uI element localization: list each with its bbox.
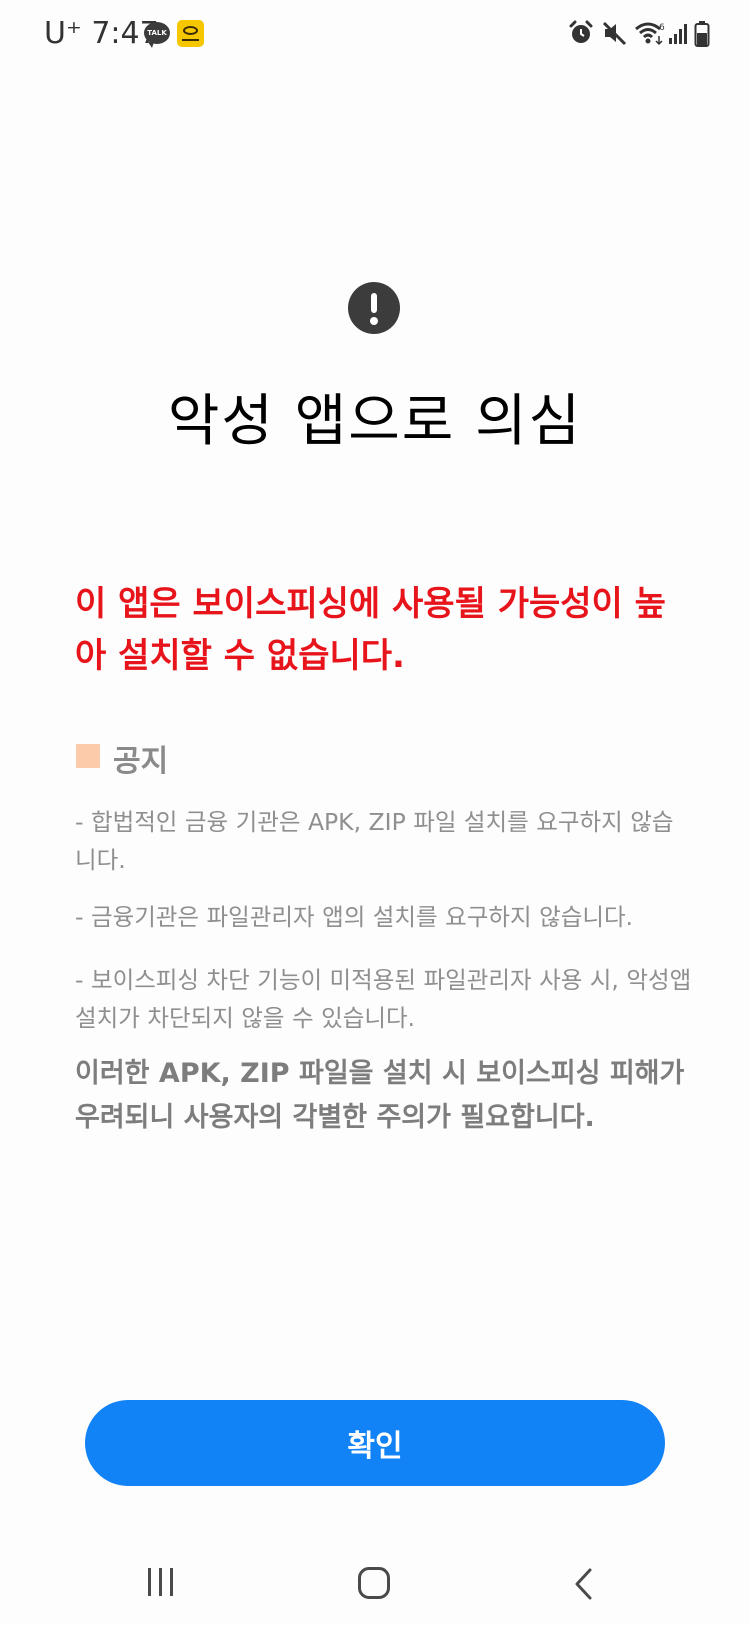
alarm-icon bbox=[569, 20, 593, 43]
notice-item: - 금융기관은 파일관리자 앱의 설치를 요구하지 않습니다. bbox=[75, 903, 634, 931]
home-icon[interactable] bbox=[358, 1567, 390, 1599]
caution-message: 이러한 APK, ZIP 파일을 설치 시 보이스피싱 피해가 우려되니 사용자… bbox=[75, 1058, 685, 1133]
notice-item: - 보이스피싱 차단 기능이 미적용된 파일관리자 사용 시, 악성앱 설치가 … bbox=[75, 966, 692, 1032]
alert-icon bbox=[348, 282, 400, 334]
battery-icon bbox=[694, 21, 710, 47]
wifi-icon: 6 bbox=[635, 22, 665, 46]
notice-label: 공지 bbox=[113, 744, 169, 779]
navigation-bar bbox=[0, 1540, 750, 1625]
kakaotalk-icon: TALK bbox=[144, 22, 170, 48]
warning-message: 이 앱은 보이스피싱에 사용될 가능성이 높아 설치할 수 없습니다. bbox=[75, 584, 666, 676]
signal-icon bbox=[669, 24, 687, 44]
page-title: 악성 앱으로 의심 bbox=[167, 389, 583, 454]
recents-icon[interactable] bbox=[148, 1568, 180, 1598]
svg-text:6: 6 bbox=[659, 23, 665, 33]
notice-square-icon bbox=[76, 744, 100, 768]
mute-icon bbox=[602, 21, 627, 46]
back-icon[interactable] bbox=[572, 1566, 596, 1602]
notice-item: - 합법적인 금융 기관은 APK, ZIP 파일 설치를 요구하지 않습니다. bbox=[75, 808, 674, 874]
confirm-button[interactable]: 확인 bbox=[85, 1400, 665, 1486]
bank-app-icon bbox=[177, 20, 204, 47]
status-bar: U⁺ 7:47 TALK 6 bbox=[0, 0, 750, 68]
carrier-time: U⁺ 7:47 bbox=[44, 16, 159, 51]
